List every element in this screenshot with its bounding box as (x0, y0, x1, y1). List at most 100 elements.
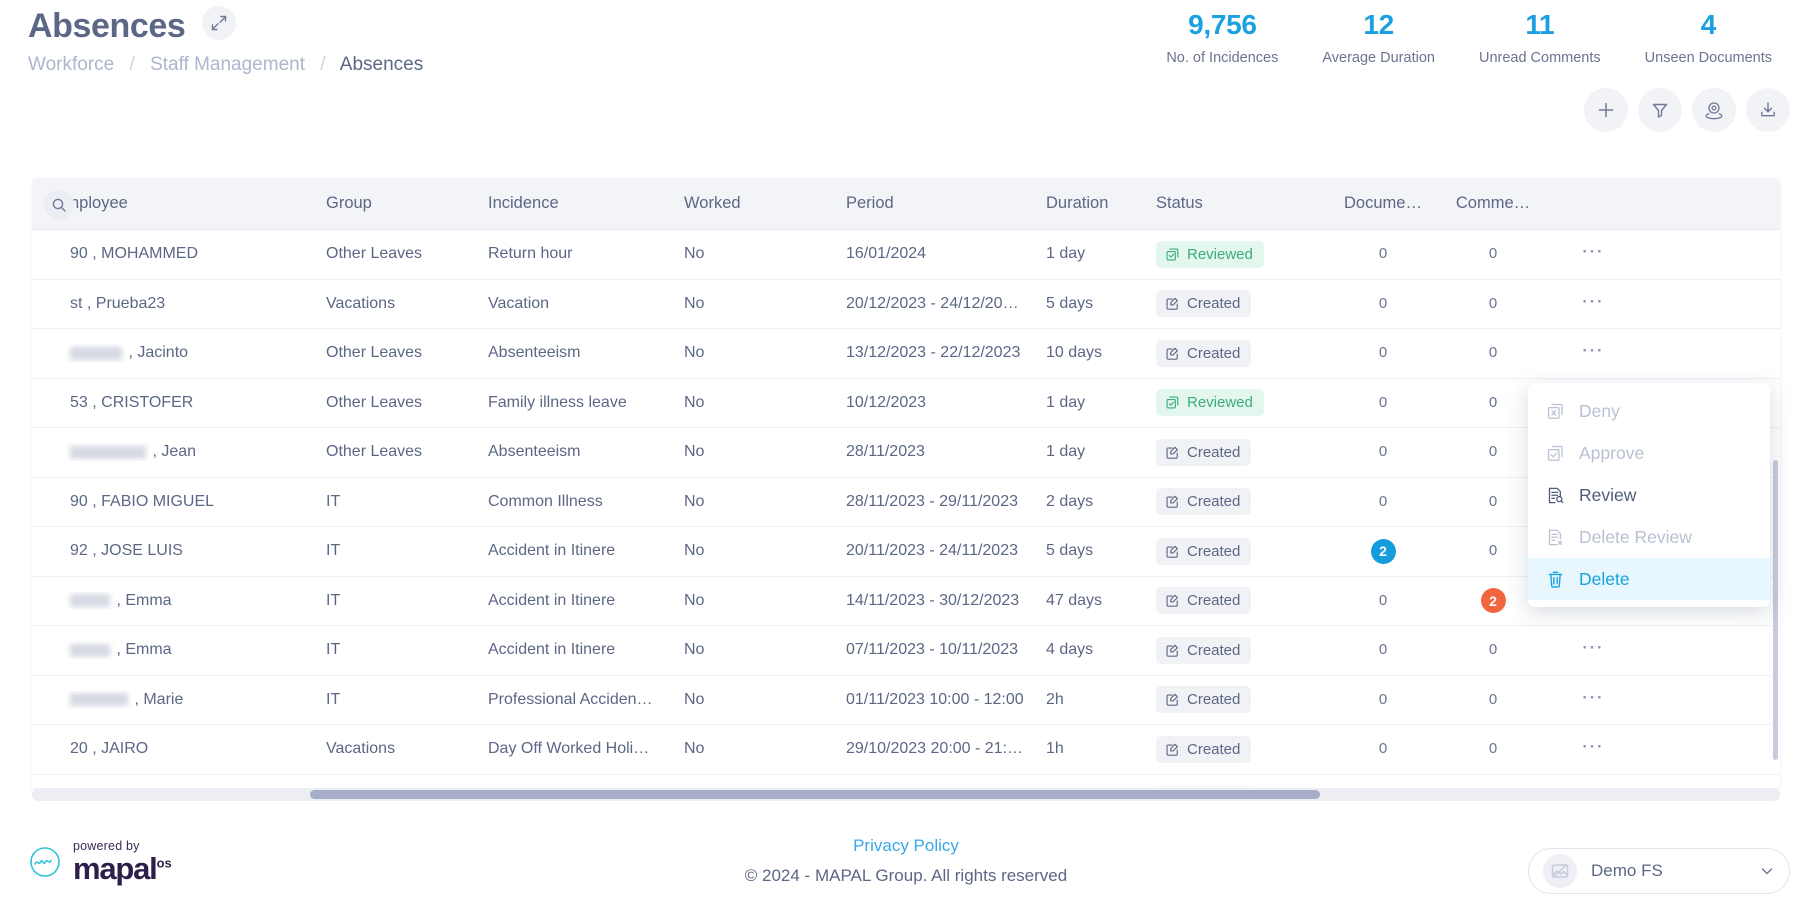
cell-documents[interactable]: 0 (1328, 641, 1438, 659)
cell-documents[interactable]: 0 (1328, 740, 1438, 758)
location-button[interactable] (1692, 88, 1736, 132)
kebab-menu-icon[interactable]: ⋯ (1581, 344, 1605, 362)
context-menu-item-delete[interactable]: Delete (1528, 558, 1770, 600)
context-menu-item-review[interactable]: Review (1528, 474, 1770, 516)
status-badge-label: Created (1187, 344, 1241, 362)
status-badge: Created (1156, 686, 1252, 714)
download-button[interactable] (1746, 88, 1790, 132)
kpi-label: Unread Comments (1478, 50, 1601, 66)
table-row[interactable]: 20 , JAIRO Vacations Day Off Worked Holi… N… (32, 725, 1780, 775)
vertical-scrollbar[interactable] (1773, 230, 1778, 770)
vertical-scrollbar-thumb[interactable] (1773, 460, 1778, 760)
cell-documents[interactable]: 0 (1328, 592, 1438, 610)
status-badge: Created (1156, 290, 1252, 318)
column-header-comments[interactable]: Comme… (1438, 194, 1548, 213)
cell-comments[interactable]: 0 (1438, 691, 1548, 709)
table-row[interactable]: , Emma IT Accident in Itinere No 14/11/2023 … (32, 577, 1780, 626)
cell-documents[interactable]: 2 (1328, 538, 1438, 564)
cell-comments[interactable]: 0 (1438, 641, 1548, 659)
table-row[interactable]: ORIT , EITAccident in ItinereNo27/10/202… (32, 775, 1780, 788)
kpi-average-duration: 12 Average Duration (1300, 8, 1457, 66)
horizontal-scrollbar-thumb[interactable] (310, 790, 1320, 799)
cell-status: Reviewed (1156, 240, 1328, 268)
cell-group: Other Leaves (326, 245, 423, 263)
table-row[interactable]: 53 , CRISTOFER Other Leaves Family illness… (32, 379, 1780, 428)
cell-period: 16/01/2024 (846, 245, 927, 263)
count-value: 0 (1378, 294, 1388, 312)
kebab-menu-icon[interactable]: ⋯ (1581, 691, 1605, 709)
kebab-menu-icon[interactable]: ⋯ (1581, 245, 1605, 263)
table-row[interactable]: , Emma IT Accident in Itinere No 07/11/2023 … (32, 626, 1780, 676)
kebab-menu-icon[interactable]: ⋯ (1581, 641, 1605, 659)
approve-square-icon (1546, 444, 1565, 463)
cell-incidence: Accident in Itinere (488, 591, 616, 609)
table-row[interactable]: 90 , MOHAMMED Other Leaves Return hour No 16… (32, 230, 1780, 280)
cell-documents[interactable]: 0 (1328, 691, 1438, 709)
kebab-menu-icon[interactable]: ⋯ (1581, 740, 1605, 758)
cell-worked: No (684, 393, 705, 411)
table-row[interactable]: , Marie IT Professional Acciden… No 01/11/20… (32, 676, 1780, 725)
column-header-documents[interactable]: Docume… (1328, 194, 1438, 213)
table-row[interactable]: , Jacinto Other Leaves Absenteeism No 13/12/… (32, 329, 1780, 379)
column-header-status[interactable]: Status (1156, 194, 1328, 213)
cell-documents[interactable]: 0 (1328, 443, 1438, 461)
cell-period: 28/11/2023 (846, 443, 925, 461)
status-badge: Created (1156, 438, 1252, 466)
cell-documents[interactable]: 0 (1328, 295, 1438, 313)
cell-worked: No (684, 245, 705, 263)
filter-button[interactable] (1638, 88, 1682, 132)
table-body: 90 , MOHAMMED Other Leaves Return hour No 16… (32, 230, 1780, 788)
cell-documents[interactable]: 0 (1328, 344, 1438, 362)
context-menu-item-label: Review (1579, 484, 1637, 505)
cell-duration: 1 day (1046, 443, 1086, 461)
kebab-menu-icon[interactable]: ⋯ (1581, 295, 1605, 313)
status-badge: Reviewed (1156, 240, 1264, 268)
column-header-worked[interactable]: Worked (684, 194, 846, 213)
redacted-name (70, 643, 110, 657)
search-icon[interactable] (44, 190, 74, 220)
cell-actions: ⋯ (1548, 740, 1638, 758)
cell-documents[interactable]: 0 (1328, 394, 1438, 412)
column-header-employee[interactable]: nployee (32, 194, 326, 213)
cell-duration: 1 day (1046, 245, 1086, 263)
column-header-incidence[interactable]: Incidence (488, 194, 684, 213)
cell-worked: No (684, 443, 705, 461)
table-row[interactable]: 90 , FABIO MIGUEL IT Common Illness No 28/11… (32, 478, 1780, 527)
breadcrumb-item-workforce[interactable]: Workforce (28, 54, 114, 75)
kpi-summary: 9,756 No. of Incidences 12 Average Durat… (1144, 8, 1794, 66)
cell-employee: 92 , JOSE LUIS (70, 542, 183, 560)
column-header-period[interactable]: Period (846, 194, 1046, 213)
status-badge-label: Created (1187, 641, 1241, 659)
site-selector[interactable]: Demo FS (1528, 848, 1790, 894)
expand-arrows-icon[interactable] (201, 6, 236, 40)
cell-duration: 5 days (1046, 542, 1094, 560)
horizontal-scrollbar[interactable] (32, 788, 1780, 801)
cell-worked: No (684, 591, 705, 609)
absences-table: nployee Group Incidence Worked Period Du… (32, 178, 1780, 788)
breadcrumb-item-staff-management[interactable]: Staff Management (150, 54, 305, 75)
kpi-value: 11 (1525, 9, 1555, 40)
add-absence-button[interactable] (1584, 88, 1628, 132)
cell-employee: 20 , JAIRO (70, 740, 149, 758)
table-row[interactable]: , Jean Other Leaves Absenteeism No 28/11/202… (32, 428, 1780, 478)
column-header-group[interactable]: Group (326, 194, 488, 213)
cell-comments[interactable]: 0 (1438, 245, 1548, 263)
page-header: Absences Workforce / Staff Management / … (0, 0, 1812, 100)
cell-comments[interactable]: 0 (1438, 344, 1548, 362)
cell-status: Created (1156, 488, 1328, 516)
cell-employee: , Jean (32, 443, 326, 461)
cell-employee: , Marie (32, 691, 326, 709)
cell-comments[interactable]: 0 (1438, 295, 1548, 313)
deny-square-icon (1546, 402, 1565, 421)
cell-documents[interactable]: 0 (1328, 493, 1438, 511)
status-badge: Created (1156, 636, 1252, 664)
cell-comments[interactable]: 0 (1438, 740, 1548, 758)
cell-documents[interactable]: 0 (1328, 245, 1438, 263)
kpi-value: 9,756 (1188, 9, 1257, 40)
cell-duration: 4 days (1046, 641, 1094, 659)
table-row[interactable]: st , Prueba23 Vacations Vacation No 20/12/20… (32, 280, 1780, 329)
status-badge: Created (1156, 587, 1252, 615)
status-badge: Created (1156, 735, 1252, 763)
column-header-duration[interactable]: Duration (1046, 194, 1156, 213)
table-row[interactable]: 92 , JOSE LUIS IT Accident in Itinere No 20/… (32, 527, 1780, 577)
